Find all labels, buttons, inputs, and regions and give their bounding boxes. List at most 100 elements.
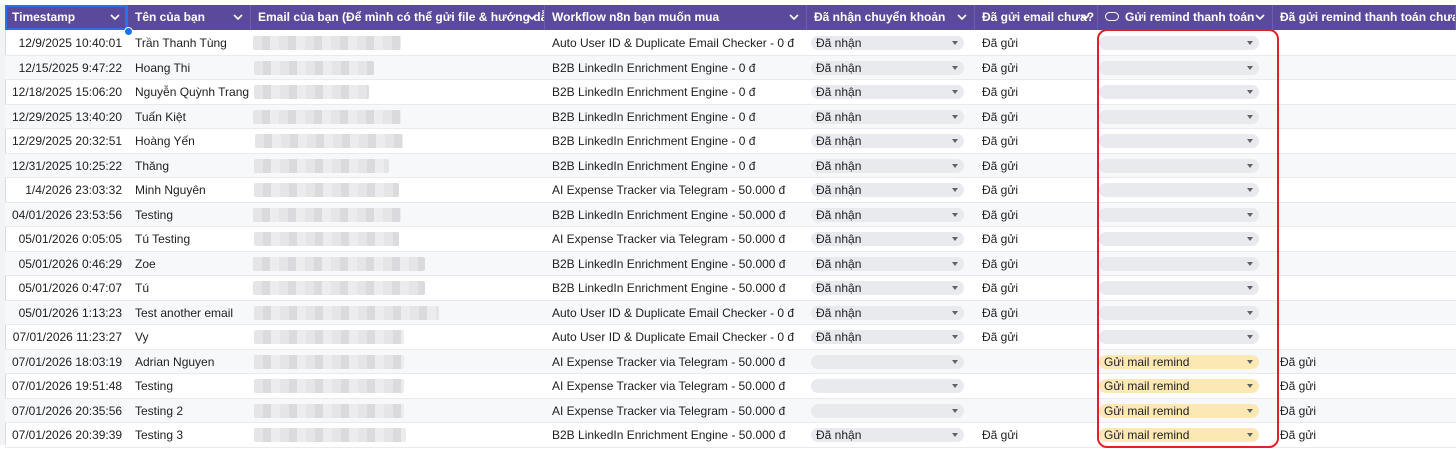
received-dropdown[interactable]: Đã nhận xyxy=(811,207,964,222)
chevron-down-icon[interactable] xyxy=(951,404,959,418)
name-cell[interactable]: Testing 3 xyxy=(128,423,251,447)
chevron-down-icon[interactable] xyxy=(951,159,959,173)
email-cell[interactable] xyxy=(251,276,545,300)
email-cell[interactable] xyxy=(251,325,545,349)
remind-sent-cell[interactable] xyxy=(1273,227,1456,251)
received-dropdown[interactable]: Đã nhận xyxy=(811,428,964,442)
chevron-down-icon[interactable] xyxy=(1246,330,1254,344)
remind-sent-cell[interactable] xyxy=(1273,301,1456,325)
received-cell[interactable]: Đã nhận xyxy=(807,105,975,129)
timestamp-cell[interactable]: 12/18/2025 15:06:20 xyxy=(5,80,128,104)
workflow-cell[interactable]: B2B LinkedIn Enrichment Engine - 0 đ xyxy=(545,129,807,153)
received-cell[interactable]: Đã nhận xyxy=(807,129,975,153)
chevron-down-icon[interactable] xyxy=(951,330,959,344)
received-cell[interactable]: Đã nhận xyxy=(807,178,975,202)
email-cell[interactable] xyxy=(251,178,545,202)
table-row[interactable]: 05/01/2026 0:05:05 Tú Testing AI Expense T… xyxy=(5,227,1456,252)
received-dropdown[interactable]: Đã nhận xyxy=(811,85,964,99)
email-sent-cell[interactable]: Đã gửi xyxy=(975,129,1098,153)
chevron-down-icon[interactable] xyxy=(951,134,959,148)
email-cell[interactable] xyxy=(251,301,545,325)
chevron-down-icon[interactable] xyxy=(1246,355,1254,369)
chevron-down-icon[interactable] xyxy=(109,5,121,30)
received-cell[interactable]: Đã nhận xyxy=(807,227,975,251)
table-row[interactable]: 07/01/2026 11:23:27 Vy Auto User ID & Dupl… xyxy=(5,325,1456,350)
workflow-cell[interactable]: Auto User ID & Duplicate Email Checker -… xyxy=(545,31,807,55)
remind-dropdown[interactable] xyxy=(1099,281,1259,295)
name-cell[interactable]: Hoàng Yến xyxy=(128,129,251,153)
name-cell[interactable]: Testing 2 xyxy=(128,399,251,423)
email-cell[interactable] xyxy=(251,350,545,374)
table-row[interactable]: 12/15/2025 9:47:22 Hoang Thi B2B LinkedIn … xyxy=(5,55,1456,80)
workflow-cell[interactable]: B2B LinkedIn Enrichment Engine - 0 đ xyxy=(545,80,807,104)
chevron-down-icon[interactable] xyxy=(951,232,959,246)
chevron-down-icon[interactable] xyxy=(1246,257,1254,271)
remind-cell[interactable] xyxy=(1098,154,1273,178)
table-row[interactable]: 07/01/2026 20:39:39 Testing 3 B2B LinkedIn… xyxy=(5,423,1456,448)
remind-dropdown[interactable]: Gửi mail remind xyxy=(1099,428,1259,442)
timestamp-cell[interactable]: 05/01/2026 0:05:05 xyxy=(5,227,128,251)
table-row[interactable]: 07/01/2026 18:03:19 Adrian Nguyen AI Expen… xyxy=(5,349,1456,374)
remind-cell[interactable] xyxy=(1098,105,1273,129)
email-sent-cell[interactable]: Đã gửi xyxy=(975,423,1098,447)
email-cell[interactable] xyxy=(251,374,545,398)
received-dropdown[interactable] xyxy=(811,379,964,393)
chevron-down-icon[interactable] xyxy=(1246,85,1254,99)
chevron-down-icon[interactable] xyxy=(1246,110,1254,124)
email-sent-cell[interactable]: Đã gửi xyxy=(975,56,1098,80)
received-cell[interactable]: Đã nhận xyxy=(807,423,975,447)
workflow-cell[interactable]: AI Expense Tracker via Telegram - 50.000… xyxy=(545,399,807,423)
table-row[interactable]: 04/01/2026 23:53:56 Testing B2B LinkedIn E… xyxy=(5,202,1456,227)
remind-dropdown[interactable] xyxy=(1099,256,1259,271)
table-row[interactable]: 12/29/2025 13:40:20 Tuấn Kiệt B2B LinkedIn… xyxy=(5,104,1456,129)
remind-sent-cell[interactable] xyxy=(1273,252,1456,276)
received-cell[interactable]: Đã nhận xyxy=(807,276,975,300)
workflow-cell[interactable]: B2B LinkedIn Enrichment Engine - 50.000 … xyxy=(545,423,807,447)
email-sent-cell[interactable]: Đã gửi xyxy=(975,31,1098,55)
header-email[interactable]: Email của bạn (Để mình có thể gửi file &… xyxy=(251,5,545,30)
remind-dropdown[interactable]: Gửi mail remind xyxy=(1099,403,1259,418)
name-cell[interactable]: Vy xyxy=(128,325,251,349)
email-cell[interactable] xyxy=(251,80,545,104)
email-cell[interactable] xyxy=(251,399,545,423)
chevron-down-icon[interactable] xyxy=(788,5,800,30)
chevron-down-icon[interactable] xyxy=(951,379,959,393)
name-cell[interactable]: Trần Thanh Tùng xyxy=(128,31,251,55)
chevron-down-icon[interactable] xyxy=(951,183,959,197)
remind-dropdown[interactable] xyxy=(1099,109,1259,124)
table-row[interactable]: 07/01/2026 19:51:48 Testing AI Expense Tra… xyxy=(5,374,1456,399)
email-sent-cell[interactable] xyxy=(975,350,1098,374)
workflow-cell[interactable]: AI Expense Tracker via Telegram - 50.000… xyxy=(545,178,807,202)
timestamp-cell[interactable]: 12/15/2025 9:47:22 xyxy=(5,56,128,80)
chevron-down-icon[interactable] xyxy=(1246,208,1254,222)
email-sent-cell[interactable]: Đã gửi xyxy=(975,325,1098,349)
received-dropdown[interactable]: Đã nhận xyxy=(811,305,964,320)
chevron-down-icon[interactable] xyxy=(951,208,959,222)
workflow-cell[interactable]: B2B LinkedIn Enrichment Engine - 0 đ xyxy=(545,56,807,80)
remind-dropdown[interactable] xyxy=(1099,158,1259,173)
received-cell[interactable] xyxy=(807,399,975,423)
remind-dropdown[interactable] xyxy=(1099,134,1259,148)
email-sent-cell[interactable]: Đã gửi xyxy=(975,252,1098,276)
name-cell[interactable]: Tuấn Kiệt xyxy=(128,105,251,129)
timestamp-cell[interactable]: 1/4/2026 23:03:32 xyxy=(5,178,128,202)
remind-sent-cell[interactable] xyxy=(1273,129,1456,153)
remind-dropdown[interactable] xyxy=(1099,36,1259,50)
received-cell[interactable]: Đã nhận xyxy=(807,80,975,104)
name-cell[interactable]: Test another email xyxy=(128,301,251,325)
received-cell[interactable]: Đã nhận xyxy=(807,325,975,349)
header-remind[interactable]: Gửi remind thanh toán xyxy=(1098,5,1273,30)
remind-dropdown[interactable] xyxy=(1099,60,1259,75)
timestamp-cell[interactable]: 05/01/2026 1:13:23 xyxy=(5,301,128,325)
email-sent-cell[interactable]: Đã gửi xyxy=(975,227,1098,251)
name-cell[interactable]: Minh Nguyên xyxy=(128,178,251,202)
chevron-down-icon[interactable] xyxy=(1246,36,1254,50)
remind-dropdown[interactable]: Gửi mail remind xyxy=(1099,379,1259,393)
remind-dropdown[interactable]: Gửi mail remind xyxy=(1099,354,1259,369)
received-dropdown[interactable]: Đã nhận xyxy=(811,158,964,173)
timestamp-cell[interactable]: 07/01/2026 19:51:48 xyxy=(5,374,128,398)
table-row[interactable]: 12/9/2025 10:40:01 Trần Thanh Tùng Auto Us… xyxy=(5,31,1456,56)
email-cell[interactable] xyxy=(251,423,545,447)
header-workflow[interactable]: Workflow n8n bạn muốn mua xyxy=(545,5,807,30)
remind-cell[interactable] xyxy=(1098,325,1273,349)
